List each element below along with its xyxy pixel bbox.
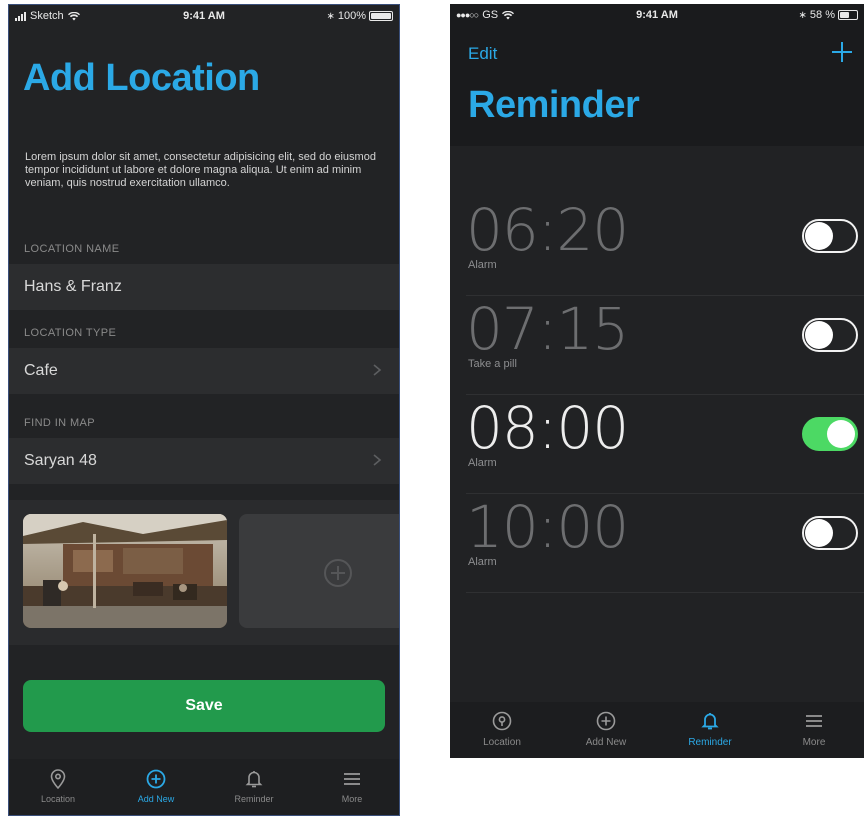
tab-reminder[interactable]: Reminder: [205, 759, 303, 815]
toggle-knob: [827, 420, 855, 448]
page-description: Lorem ipsum dolor sit amet, consectetur …: [25, 151, 376, 189]
tab-location[interactable]: Location: [9, 759, 107, 815]
chevron-right-icon: [373, 454, 382, 466]
location-type-select[interactable]: Cafe: [9, 348, 399, 394]
battery-icon: [369, 11, 393, 21]
toggle-knob: [805, 321, 833, 349]
alarm-toggle[interactable]: [802, 318, 858, 352]
location-name-value: Hans & Franz: [24, 278, 122, 295]
bell-icon: [701, 713, 719, 730]
alarm-toggle[interactable]: [802, 219, 858, 253]
alarm-row[interactable]: 10:00 Alarm: [466, 494, 864, 593]
battery-percent: 58 %: [809, 9, 835, 21]
alarm-time: 10:00: [466, 493, 629, 561]
tab-label: Reminder: [688, 737, 732, 748]
tab-label: Location: [40, 794, 76, 804]
cafe-photo[interactable]: [23, 514, 227, 628]
tab-label: More: [802, 737, 826, 748]
add-photo-button[interactable]: [239, 514, 399, 628]
tab-label: Add New: [137, 794, 175, 804]
find-in-map-label: FIND IN MAP: [24, 417, 96, 429]
find-in-map-field[interactable]: Saryan 48: [9, 438, 399, 484]
alarm-row[interactable]: 08:00 Alarm: [466, 395, 864, 494]
toggle-knob: [805, 222, 833, 250]
battery-percent: 100%: [337, 10, 366, 22]
location-pin-icon: [492, 711, 512, 731]
location-pin-icon: [50, 769, 66, 790]
cafe-photo-image: [23, 514, 227, 628]
page-title: Add Location: [23, 57, 260, 99]
bluetooth-icon: ∗: [798, 9, 807, 21]
location-type-label: LOCATION TYPE: [24, 327, 117, 339]
plus-circle-icon: [146, 769, 166, 789]
tab-bar: Location Add New Reminder More: [450, 702, 864, 758]
alarm-time: 06:20: [466, 196, 629, 264]
alarm-row[interactable]: 07:15 Take a pill: [466, 296, 864, 395]
edit-button[interactable]: Edit: [468, 44, 497, 64]
tab-add-new[interactable]: Add New: [107, 759, 205, 815]
alarm-toggle[interactable]: [802, 516, 858, 550]
alarm-label: Alarm: [468, 259, 497, 271]
location-name-field[interactable]: Hans & Franz: [9, 264, 399, 310]
location-type-value: Cafe: [24, 362, 58, 379]
tab-label: More: [341, 794, 363, 804]
bell-icon: [245, 771, 263, 788]
page-title: Reminder: [468, 84, 640, 126]
location-name-label: LOCATION NAME: [24, 243, 120, 255]
add-icon[interactable]: [830, 40, 854, 64]
plus-circle-icon: [324, 559, 352, 587]
toggle-knob: [805, 519, 833, 547]
tab-more[interactable]: More: [303, 759, 399, 815]
photo-strip[interactable]: [9, 500, 399, 645]
battery-icon: [838, 10, 858, 20]
alarm-label: Alarm: [468, 556, 497, 568]
alarm-time: 08:00: [466, 394, 629, 462]
tab-add-new[interactable]: Add New: [554, 702, 658, 758]
tab-bar: Location Add New Reminder More: [9, 759, 399, 815]
tab-reminder[interactable]: Reminder: [658, 702, 762, 758]
alarm-time: 07:15: [466, 295, 629, 363]
add-location-screen: Sketch 9:41 AM ∗ 100% Add Location Lorem…: [8, 4, 400, 816]
tab-label: Location: [483, 737, 521, 748]
save-button[interactable]: Save: [23, 680, 385, 732]
status-bar: Sketch 9:41 AM ∗ 100%: [9, 5, 399, 27]
tab-label: Reminder: [234, 794, 274, 804]
alarm-label: Take a pill: [468, 358, 517, 370]
tab-more[interactable]: More: [762, 702, 864, 758]
chevron-right-icon: [373, 364, 382, 376]
alarm-label: Alarm: [468, 457, 497, 469]
tab-label: Add New: [585, 737, 627, 748]
bluetooth-icon: ∗: [326, 10, 335, 22]
reminder-screen: ●●●○○ GS 9:41 AM ∗ 58 % Edit Reminder 06…: [450, 4, 864, 758]
tab-location[interactable]: Location: [450, 702, 554, 758]
alarm-toggle[interactable]: [802, 417, 858, 451]
plus-circle-icon: [596, 711, 616, 731]
menu-icon: [806, 715, 822, 727]
find-in-map-value: Saryan 48: [24, 452, 97, 469]
menu-icon: [344, 773, 360, 785]
status-bar: ●●●○○ GS 9:41 AM ∗ 58 %: [450, 4, 864, 26]
alarm-row[interactable]: 06:20 Alarm: [466, 197, 864, 296]
